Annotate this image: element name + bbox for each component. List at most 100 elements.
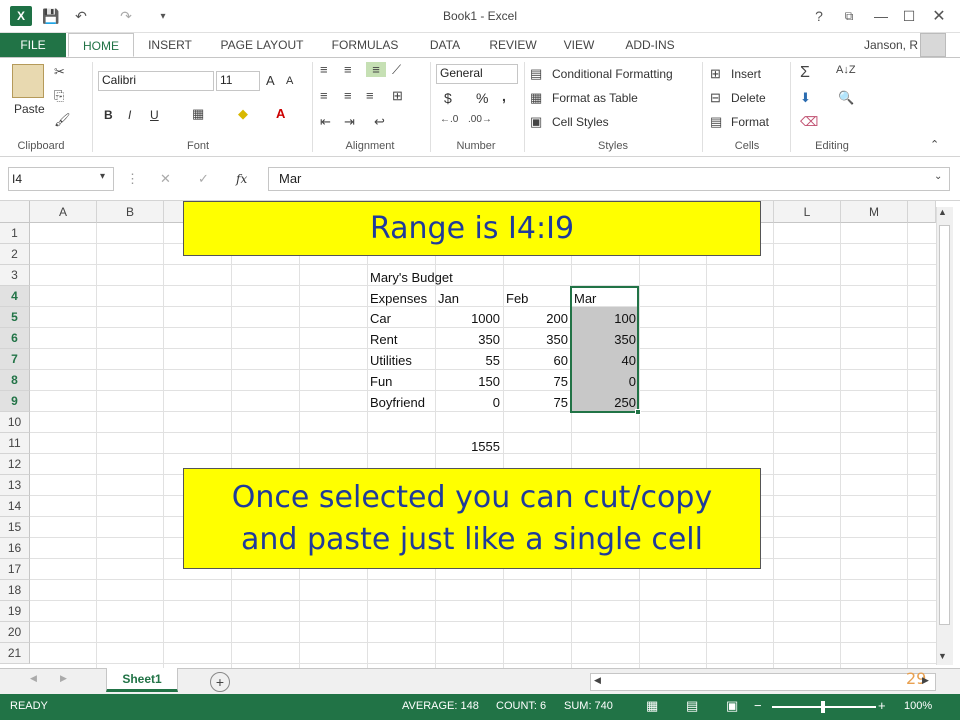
conditional-formatting-icon[interactable]: ▤ — [530, 66, 542, 82]
underline-button[interactable]: U — [150, 108, 159, 122]
conditional-formatting-button[interactable]: Conditional Formatting — [552, 67, 673, 81]
amount-cell[interactable]: 150 — [436, 371, 502, 392]
tab-data[interactable]: DATA — [416, 33, 474, 57]
column-header-m[interactable]: M — [841, 201, 908, 223]
sheet-tab-sheet1[interactable]: Sheet1 — [106, 668, 178, 692]
zoom-level[interactable]: 100% — [904, 700, 932, 712]
expense-label-cell[interactable]: Utilities — [368, 350, 414, 371]
cancel-icon[interactable]: ✕ — [160, 171, 171, 187]
scroll-left-icon[interactable]: ◀ — [594, 675, 601, 686]
font-color-icon[interactable]: A — [276, 106, 285, 121]
expense-label-cell[interactable]: Car — [368, 308, 393, 329]
amount-cell[interactable]: 1000 — [436, 308, 502, 329]
fill-color-icon[interactable]: ◆ — [238, 106, 248, 122]
tab-file[interactable]: FILE — [0, 33, 66, 57]
cell-styles-button[interactable]: Cell Styles — [552, 115, 609, 129]
amount-cell[interactable]: 0 — [436, 392, 502, 413]
new-sheet-icon[interactable]: + — [210, 672, 230, 692]
tab-home[interactable]: HOME — [68, 33, 134, 57]
amount-cell[interactable]: 350 — [572, 329, 638, 350]
fill-icon[interactable]: ⬇ — [800, 90, 811, 106]
row-header-6[interactable]: 6 — [0, 328, 30, 349]
format-painter-icon[interactable]: 🖌 — [54, 112, 71, 128]
format-cells-icon[interactable]: ▤ — [710, 114, 722, 130]
row-header-13[interactable]: 13 — [0, 475, 30, 496]
column-header-l[interactable]: L — [774, 201, 841, 223]
select-all-corner[interactable] — [0, 201, 30, 223]
zoom-slider-thumb[interactable] — [821, 701, 825, 713]
help-button[interactable]: ? — [808, 6, 830, 26]
expense-label-cell[interactable]: Fun — [368, 371, 394, 392]
insert-cells-button[interactable]: Insert — [731, 67, 761, 81]
amount-cell[interactable]: 75 — [504, 392, 570, 413]
worksheet-grid[interactable]: ABCDEFGHIJKLM 12345678910111213141516171… — [0, 201, 960, 668]
grow-font-button[interactable]: A — [266, 73, 275, 88]
next-sheet-icon[interactable]: ▶ — [60, 673, 67, 684]
format-table-icon[interactable]: ▦ — [530, 90, 542, 106]
bold-button[interactable]: B — [104, 108, 113, 122]
wrap-text-icon[interactable]: ↩ — [374, 114, 385, 130]
name-box[interactable]: I4 — [8, 167, 114, 191]
amount-cell[interactable]: 75 — [504, 371, 570, 392]
row-header-9[interactable]: 9 — [0, 391, 30, 412]
row-header-16[interactable]: 16 — [0, 538, 30, 559]
row-header-1[interactable]: 1 — [0, 223, 30, 244]
expense-label-cell[interactable]: Rent — [368, 329, 399, 350]
tab-view[interactable]: VIEW — [554, 33, 604, 57]
merge-center-icon[interactable]: ⊞ — [392, 88, 403, 104]
percent-button[interactable]: % — [476, 90, 488, 106]
row-header-10[interactable]: 10 — [0, 412, 30, 433]
align-middle-icon[interactable]: ≡ — [344, 62, 352, 77]
shrink-font-button[interactable]: A — [286, 75, 293, 87]
row-header-12[interactable]: 12 — [0, 454, 30, 475]
tab-page-layout[interactable]: PAGE LAYOUT — [210, 33, 314, 57]
paste-icon[interactable] — [12, 64, 44, 98]
normal-view-icon[interactable]: ▦ — [646, 698, 658, 714]
amount-cell[interactable]: 40 — [572, 350, 638, 371]
comma-button[interactable]: , — [502, 88, 506, 104]
row-header-21[interactable]: 21 — [0, 643, 30, 664]
close-icon[interactable]: ✕ — [928, 6, 950, 26]
cell-styles-icon[interactable]: ▣ — [530, 114, 542, 130]
align-left-icon[interactable]: ≡ — [320, 88, 328, 103]
align-center-icon[interactable]: ≡ — [344, 88, 352, 103]
header-cell[interactable]: Expenses — [368, 288, 429, 309]
currency-button[interactable]: $ — [444, 90, 452, 106]
format-cells-button[interactable]: Format — [731, 115, 769, 129]
amount-cell[interactable]: 200 — [504, 308, 570, 329]
orientation-icon[interactable]: ⟋ — [392, 62, 401, 78]
row-header-7[interactable]: 7 — [0, 349, 30, 370]
copy-icon[interactable]: ⎘ — [54, 88, 64, 104]
zoom-in-icon[interactable]: + — [878, 698, 886, 713]
row-header-18[interactable]: 18 — [0, 580, 30, 601]
scroll-right-icon[interactable]: ▶ — [922, 675, 929, 686]
format-as-table-button[interactable]: Format as Table — [552, 91, 638, 105]
horizontal-scrollbar[interactable] — [590, 673, 936, 691]
row-header-8[interactable]: 8 — [0, 370, 30, 391]
budget-title-cell[interactable]: Mary's Budget — [368, 267, 455, 288]
formula-input[interactable]: Mar — [268, 167, 950, 191]
insert-function-button[interactable]: fx — [236, 172, 247, 186]
vertical-scroll-thumb[interactable] — [939, 225, 950, 625]
amount-cell[interactable]: 250 — [572, 392, 638, 413]
maximize-icon[interactable]: ☐ — [898, 6, 920, 26]
row-header-4[interactable]: 4 — [0, 286, 30, 307]
paste-button[interactable]: Paste — [14, 102, 45, 116]
enter-icon[interactable]: ✓ — [198, 171, 209, 187]
user-name[interactable]: Janson, R — [836, 33, 918, 57]
row-header-11[interactable]: 11 — [0, 433, 30, 454]
tab-formulas[interactable]: FORMULAS — [322, 33, 408, 57]
italic-button[interactable]: I — [128, 108, 131, 122]
amount-cell[interactable]: 100 — [572, 308, 638, 329]
amount-cell[interactable]: 55 — [436, 350, 502, 371]
row-header-19[interactable]: 19 — [0, 601, 30, 622]
align-top-icon[interactable]: ≡ — [320, 62, 328, 77]
expand-formula-icon[interactable]: ⌄ — [934, 171, 942, 182]
tab-review[interactable]: REVIEW — [480, 33, 546, 57]
amount-cell[interactable]: 350 — [504, 329, 570, 350]
minimize-icon[interactable]: — — [870, 6, 892, 26]
row-header-20[interactable]: 20 — [0, 622, 30, 643]
header-cell[interactable]: Jan — [436, 288, 461, 309]
autosum-icon[interactable]: Σ — [800, 64, 810, 82]
sort-filter-icon[interactable]: A↓Z — [836, 64, 856, 76]
